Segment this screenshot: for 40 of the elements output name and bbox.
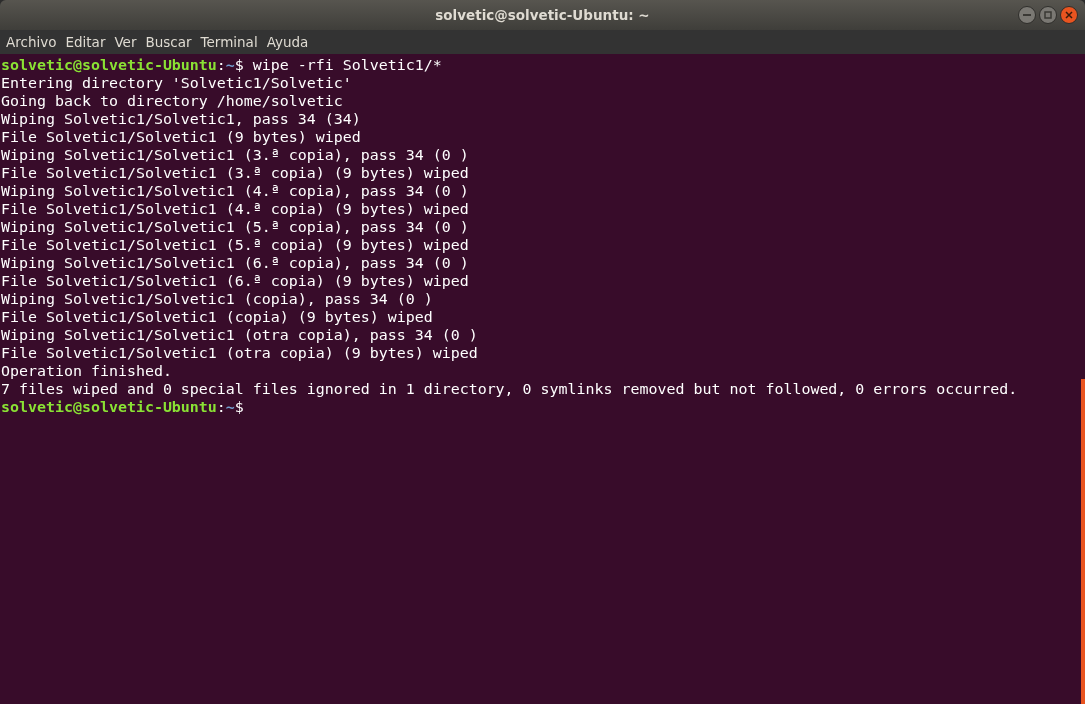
- prompt-colon: :: [216, 56, 226, 74]
- output-line: Wiping Solvetic1/Solvetic1 (copia), pass 34 (0 ): [1, 290, 433, 308]
- prompt-colon: :: [216, 398, 226, 416]
- minus-icon: [1023, 14, 1031, 16]
- output-line: Wiping Solvetic1/Solvetic1 (4.ª copia), pass 34 (0 ): [1, 182, 469, 200]
- output-line: Wiping Solvetic1/Solvetic1 (5.ª copia), pass 34 (0 ): [1, 218, 469, 236]
- output-line: File Solvetic1/Solvetic1 (3.ª copia) (9 bytes) wiped: [1, 164, 469, 182]
- output-line: Wiping Solvetic1/Solvetic1 (6.ª copia), pass 34 (0 ): [1, 254, 469, 272]
- menu-item[interactable]: Terminal: [200, 34, 258, 50]
- output-line: Entering directory 'Solvetic1/Solvetic': [1, 74, 352, 92]
- output-line: 7 files wiped and 0 special files ignored in 1 directory, 0 symlinks removed but not followed, 0 errors occurred.: [1, 380, 1018, 398]
- scrollbar[interactable]: [1081, 379, 1085, 704]
- output-line: Wiping Solvetic1/Solvetic1 (otra copia), pass 34 (0 ): [1, 326, 478, 344]
- menu-item[interactable]: Buscar: [145, 34, 192, 50]
- prompt-user-host: solvetic@solvetic-Ubuntu: [1, 56, 217, 74]
- output-line: File Solvetic1/Solvetic1 (4.ª copia) (9 bytes) wiped: [1, 200, 469, 218]
- maximize-button[interactable]: [1039, 6, 1057, 24]
- command-text: $ wipe -rfi Solvetic1/*: [234, 56, 442, 74]
- output-line: File Solvetic1/Solvetic1 (6.ª copia) (9 bytes) wiped: [1, 272, 469, 290]
- prompt-path: ~: [225, 398, 235, 416]
- close-button[interactable]: [1060, 6, 1078, 24]
- output-line: File Solvetic1/Solvetic1 (copia) (9 bytes) wiped: [1, 308, 433, 326]
- square-icon: [1044, 11, 1052, 19]
- output-line: File Solvetic1/Solvetic1 (9 bytes) wiped: [1, 128, 361, 146]
- minimize-button[interactable]: [1018, 6, 1036, 24]
- output-line: Operation finished.: [1, 362, 172, 380]
- window-title: solvetic@solvetic-Ubuntu: ~: [435, 7, 650, 23]
- close-icon: [1065, 11, 1073, 19]
- output-line: Wiping Solvetic1/Solvetic1, pass 34 (34): [1, 110, 361, 128]
- command-text: $: [234, 398, 244, 416]
- output-line: Going back to directory /home/solvetic: [1, 92, 343, 110]
- menu-item[interactable]: Ayuda: [266, 34, 309, 50]
- menu-item[interactable]: Ver: [114, 34, 137, 50]
- menu-item[interactable]: Editar: [65, 34, 106, 50]
- output-line: File Solvetic1/Solvetic1 (otra copia) (9 bytes) wiped: [1, 344, 478, 362]
- menu-item[interactable]: Archivo: [6, 34, 57, 50]
- output-line: Wiping Solvetic1/Solvetic1 (3.ª copia), pass 34 (0 ): [1, 146, 469, 164]
- output-line: File Solvetic1/Solvetic1 (5.ª copia) (9 bytes) wiped: [1, 236, 469, 254]
- prompt-path: ~: [225, 56, 235, 74]
- prompt-user-host: solvetic@solvetic-Ubuntu: [1, 398, 217, 416]
